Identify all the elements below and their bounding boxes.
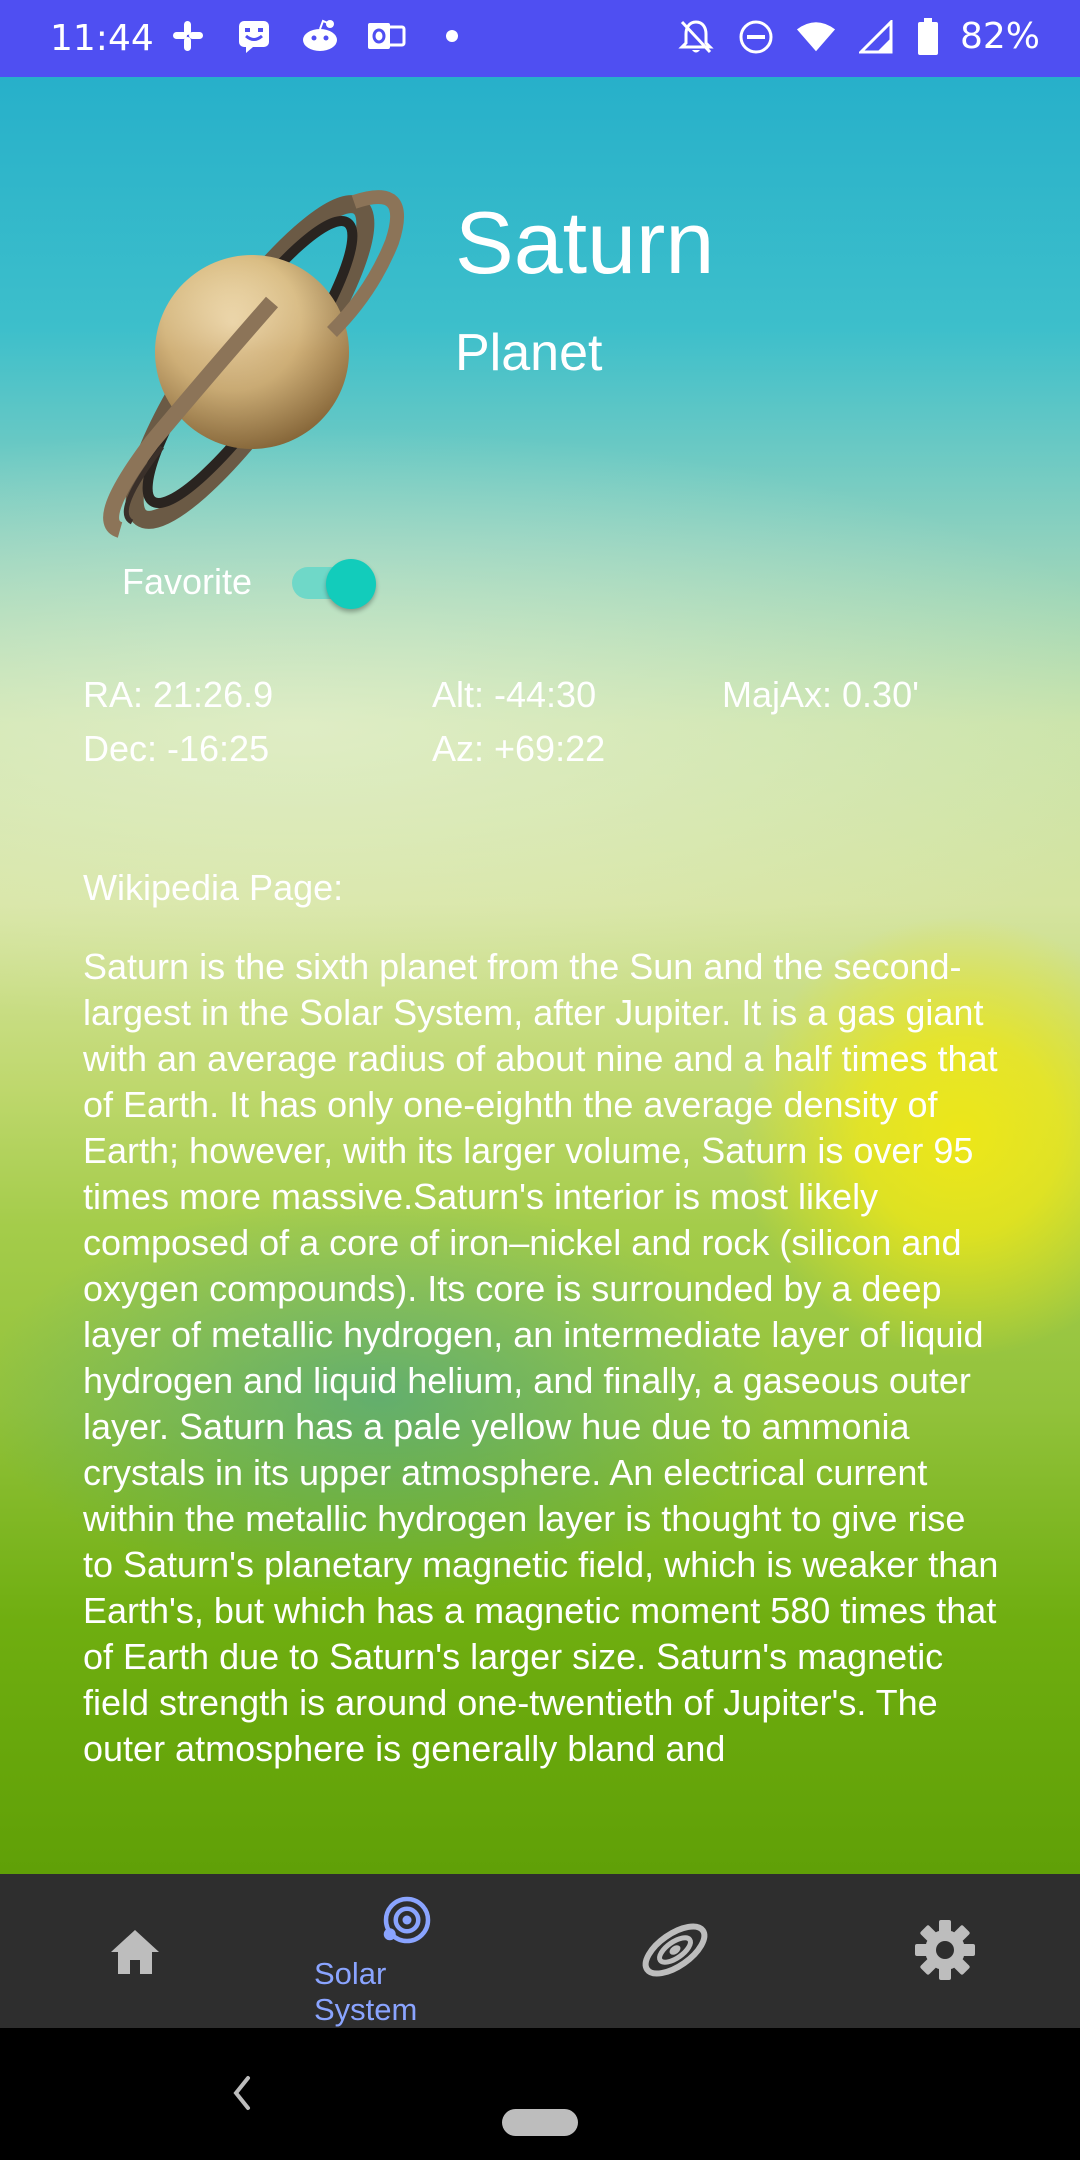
battery-icon: [916, 17, 940, 57]
bottom-navigation: Solar System: [0, 1874, 1080, 2028]
wifi-icon: [796, 17, 836, 57]
object-type: Planet: [455, 324, 603, 382]
dec-value: Dec: -16:25: [83, 728, 270, 769]
signal-icon: [856, 17, 896, 57]
notification-icons: [168, 16, 472, 56]
solar-system-icon: [383, 1896, 431, 1944]
majax-value: MajAx: 0.30': [722, 674, 919, 715]
object-name: Saturn: [455, 193, 715, 292]
favorite-label: Favorite: [122, 561, 253, 602]
do-not-disturb-icon: [736, 17, 776, 57]
back-icon[interactable]: [222, 2068, 262, 2118]
reddit-icon: [300, 16, 340, 56]
nav-home[interactable]: [45, 1874, 225, 2028]
favorite-toggle[interactable]: [290, 559, 380, 609]
home-icon: [111, 1930, 159, 1974]
battery-percent: 82%: [959, 16, 1040, 57]
nav-label-solar-system: Solar System: [314, 1956, 418, 2027]
settings-icon: [915, 1920, 975, 1980]
wikipedia-text: Saturn is the sixth planet from the Sun …: [83, 946, 999, 1769]
galaxy-icon: [642, 1923, 708, 1977]
status-time: 11:44: [50, 18, 154, 59]
system-navigation-bar: [0, 2028, 1080, 2160]
chat-icon: [234, 16, 274, 56]
slack-icon: [168, 16, 208, 56]
home-gesture-pill[interactable]: [502, 2109, 578, 2136]
wikipedia-link[interactable]: Wikipedia Page:: [83, 867, 343, 909]
saturn-image: [103, 190, 405, 538]
outlook-icon: [366, 16, 406, 56]
nav-settings[interactable]: [855, 1874, 1035, 2028]
system-status-icons: 82%: [676, 16, 1040, 57]
ra-value: RA: 21:26.9: [83, 674, 274, 715]
dot-icon: [432, 16, 472, 56]
nav-galaxy[interactable]: [585, 1874, 765, 2028]
nav-solar-system[interactable]: Solar System: [314, 1874, 494, 2028]
toggle-thumb: [326, 559, 376, 609]
notifications-off-icon: [676, 17, 716, 57]
object-detail-screen[interactable]: Saturn Planet Favorite RA: 21:26.9 Dec: …: [0, 77, 1080, 1874]
az-value: Az: +69:22: [432, 728, 606, 769]
alt-value: Alt: -44:30: [432, 674, 597, 715]
status-bar: 11:44 82%: [0, 0, 1080, 77]
